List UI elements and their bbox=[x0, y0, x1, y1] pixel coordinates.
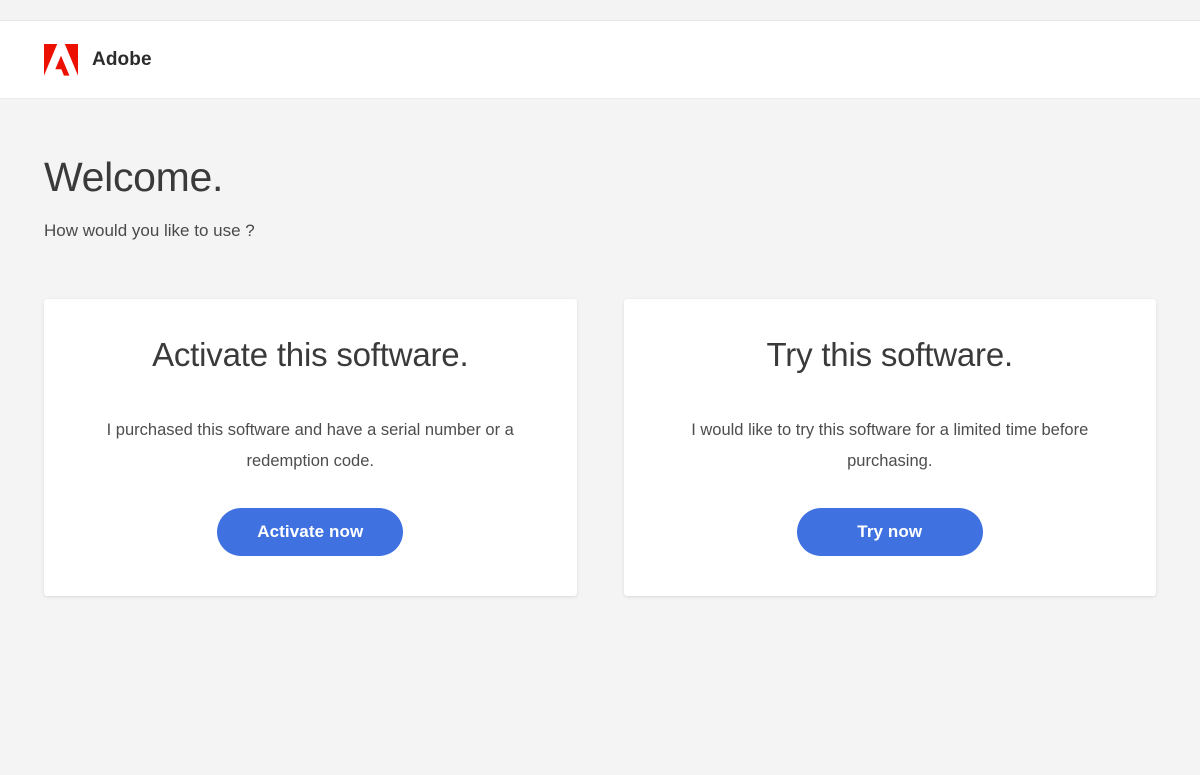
page-subtitle: How would you like to use ? bbox=[44, 199, 1156, 241]
options-container: Activate this software. I purchased this… bbox=[44, 241, 1156, 596]
card-activate-title: Activate this software. bbox=[152, 337, 468, 373]
app-header: Adobe bbox=[0, 21, 1200, 99]
adobe-logo-icon bbox=[44, 44, 78, 76]
try-now-button[interactable]: Try now bbox=[797, 508, 983, 556]
brand-name: Adobe bbox=[92, 49, 152, 71]
card-activate-description: I purchased this software and have a ser… bbox=[75, 373, 545, 476]
page-title: Welcome. bbox=[44, 99, 1156, 199]
card-try-description: I would like to try this software for a … bbox=[655, 373, 1125, 476]
card-try-title: Try this software. bbox=[767, 337, 1013, 373]
card-try[interactable]: Try this software. I would like to try t… bbox=[624, 299, 1157, 596]
window-top-strip bbox=[0, 0, 1200, 21]
activate-now-button[interactable]: Activate now bbox=[217, 508, 403, 556]
main-content: Welcome. How would you like to use ? Act… bbox=[0, 99, 1200, 596]
brand: Adobe bbox=[44, 44, 152, 76]
card-activate[interactable]: Activate this software. I purchased this… bbox=[44, 299, 577, 596]
